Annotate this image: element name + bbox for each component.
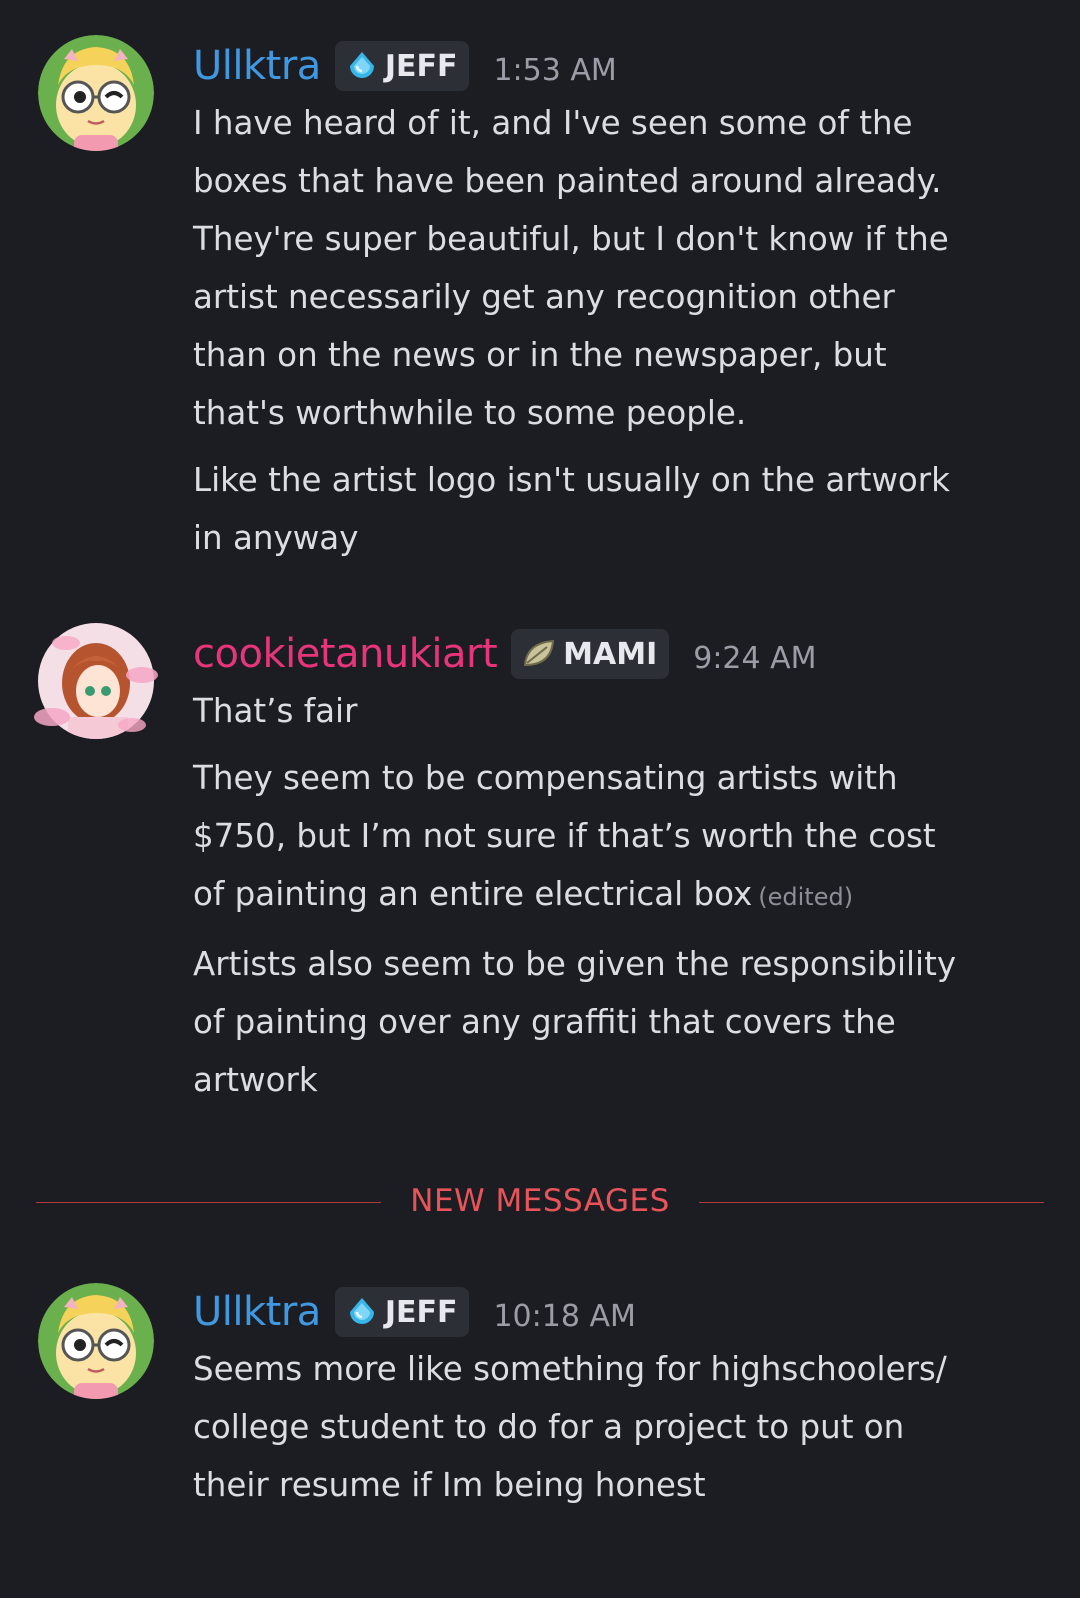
avatar-cookietanukiart-icon xyxy=(34,623,158,739)
message-line: They seem to be compensating artists wit… xyxy=(193,759,898,797)
message-content: cookietanukiart MAMI 9:24 AM That’s fair… xyxy=(193,626,1053,1109)
message-line: artist necessarily get any recognition o… xyxy=(193,278,895,316)
message-line: their resume if Im being honest xyxy=(193,1466,706,1504)
timestamp: 10:18 AM xyxy=(493,1298,636,1334)
avatar-ullktra-icon xyxy=(38,1283,154,1399)
user-tag[interactable]: JEFF xyxy=(334,41,470,91)
message-line: college student to do for a project to p… xyxy=(193,1408,905,1446)
message-line: Artists also seem to be given the respon… xyxy=(193,945,957,983)
message-line: $750, but I’m not sure if that’s worth t… xyxy=(193,817,936,855)
avatar[interactable] xyxy=(34,623,158,739)
message-line: of painting an entire electrical box (edi… xyxy=(193,865,1053,926)
message-line: Seems more like something for highschool… xyxy=(193,1350,947,1388)
message-line: that's worthwhile to some people. xyxy=(193,394,747,432)
tag-label: MAMI xyxy=(563,636,658,672)
new-messages-divider: NEW MESSAGES xyxy=(36,1183,1044,1223)
username[interactable]: Ullktra xyxy=(193,43,321,89)
edited-label: (edited) xyxy=(758,883,854,911)
message-line: artwork xyxy=(193,1061,318,1099)
message-line: I have heard of it, and I've seen some o… xyxy=(193,104,913,142)
leaf-icon xyxy=(521,637,557,671)
message-line: Like the artist logo isn't usually on th… xyxy=(193,461,950,499)
water-drop-icon xyxy=(345,1295,379,1329)
message-line: than on the news or in the newspaper, bu… xyxy=(193,336,887,374)
message-text: of painting an entire electrical box xyxy=(193,875,753,913)
tag-label: JEFF xyxy=(384,1294,458,1330)
message-header: Ullktra JEFF 10:18 AM xyxy=(193,1284,1053,1340)
avatar-ullktra-icon xyxy=(38,35,154,151)
message-content: Ullktra JEFF 1:53 AM I have heard of it,… xyxy=(193,38,1053,567)
divider-line-right xyxy=(699,1202,1044,1203)
username[interactable]: Ullktra xyxy=(193,1289,321,1335)
message-line: in anyway xyxy=(193,519,359,557)
avatar[interactable] xyxy=(38,1283,154,1399)
message-header: cookietanukiart MAMI 9:24 AM xyxy=(193,626,1053,682)
timestamp: 9:24 AM xyxy=(693,640,817,676)
message-line: They're super beautiful, but I don't kno… xyxy=(193,220,949,258)
message-line: That’s fair xyxy=(193,692,358,730)
message-content: Ullktra JEFF 10:18 AM Seems more like so… xyxy=(193,1284,1053,1514)
username[interactable]: cookietanukiart xyxy=(193,631,498,677)
message-line: boxes that have been painted around alre… xyxy=(193,162,942,200)
user-tag[interactable]: JEFF xyxy=(334,1287,470,1337)
tag-label: JEFF xyxy=(384,48,458,84)
water-drop-icon xyxy=(345,49,379,83)
timestamp: 1:53 AM xyxy=(493,52,617,88)
new-messages-label: NEW MESSAGES xyxy=(410,1183,670,1219)
avatar[interactable] xyxy=(38,35,154,151)
message-header: Ullktra JEFF 1:53 AM xyxy=(193,38,1053,94)
user-tag[interactable]: MAMI xyxy=(511,629,670,679)
message-line: of painting over any graffiti that cover… xyxy=(193,1003,896,1041)
